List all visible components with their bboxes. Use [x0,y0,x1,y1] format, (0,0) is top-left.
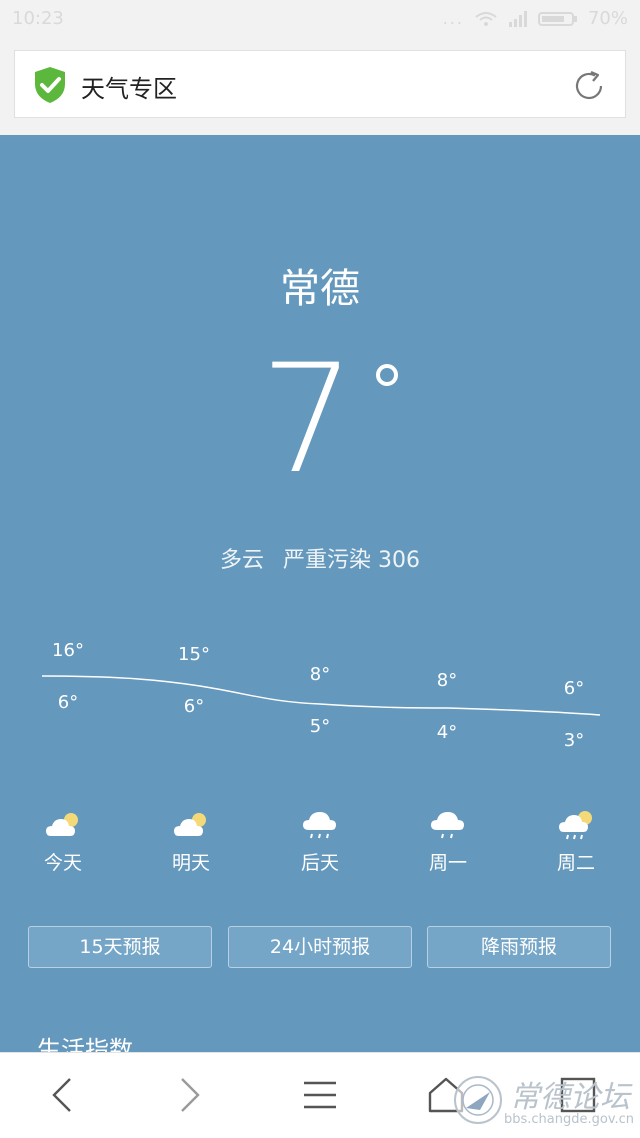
rain-cloud-icon [303,812,336,839]
battery-percent: 70% [587,8,628,29]
forecast-low: 6° [183,696,205,717]
signal-icon [508,10,527,27]
forecast-high: 15° [178,644,210,665]
temperature-value: 7 [260,333,356,507]
forward-icon[interactable] [168,1073,212,1117]
condition-line: 多云 严重污染 306 [0,542,640,574]
forecast-high: 8° [309,664,331,685]
forecast-low: 6° [57,692,79,713]
weather-condition: 多云 [219,548,264,573]
battery-icon [537,11,577,26]
day-label: 明天 [171,852,210,874]
forecast-high: 16° [52,640,84,661]
day-item: 周二 [531,808,621,875]
city-name: 常德 [280,266,360,312]
day-item: 周一 [403,808,493,875]
forecast-high: 8° [436,670,458,691]
current-temperature: 7 [0,340,640,510]
forecast-high: 6° [563,678,585,699]
menu-icon[interactable] [298,1073,342,1117]
day-label: 周二 [556,852,595,874]
partly-cloudy-icon [174,813,206,836]
shield-check-icon [35,67,65,103]
status-time: 10:23 [12,8,64,29]
rain-cloud-icon [431,812,464,839]
forecast-24-hour-button[interactable]: 24小时预报 [228,926,412,968]
sun-rain-cloud-icon [559,811,592,840]
forecast-low: 5° [309,716,331,737]
page-title: 天气专区 [81,75,177,103]
watermark-url: bbs.changde.gov.cn [504,1112,635,1127]
status-icons: ... 70% [443,8,628,29]
day-label: 后天 [300,852,339,874]
day-label: 周一 [428,852,467,874]
forecast-chart: 16° 6° 15° 6° 8° 5° 8° 4° 6° 3° [0,620,640,780]
degree-icon [376,364,398,386]
status-dots: ... [442,9,464,28]
refresh-icon[interactable] [571,68,607,104]
forecast-low: 3° [563,730,585,751]
partly-cloudy-icon [46,813,78,836]
status-bar: 10:23 ... 70% [0,0,640,36]
day-label: 今天 [43,852,82,874]
watermark-text: 常德论坛 [510,1080,630,1115]
day-item: 后天 [275,808,365,875]
watermark: 常德论坛 bbs.changde.gov.cn [452,1068,640,1134]
day-item: 今天 [18,808,108,875]
forecast-low: 4° [436,722,458,743]
forecast-days: 今天 明天 后天 周一 周二 [0,808,640,888]
forecast-15-day-button[interactable]: 15天预报 [28,926,212,968]
air-quality: 严重污染 306 [283,548,420,573]
wifi-icon [475,11,497,26]
back-icon[interactable] [40,1073,84,1117]
rain-forecast-button[interactable]: 降雨预报 [427,926,611,968]
forum-logo-icon [454,1076,502,1124]
day-item: 明天 [146,808,236,875]
header-bar: 天气专区 [14,50,626,118]
header-area: 天气专区 [0,36,640,135]
